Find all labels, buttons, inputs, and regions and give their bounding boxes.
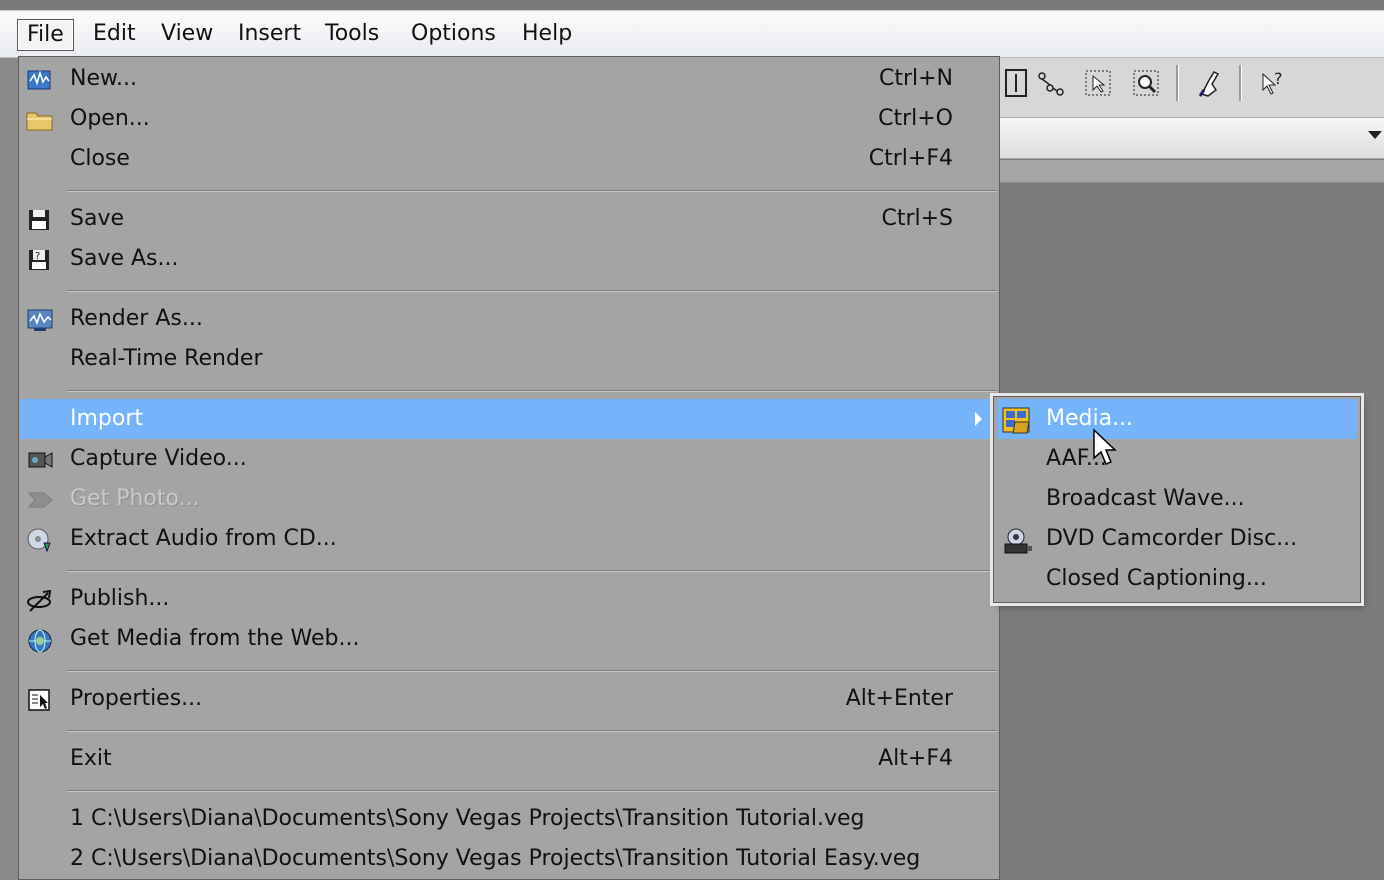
shortcut-label: Alt+Enter [845, 686, 953, 711]
chevron-down-icon [1368, 131, 1382, 139]
shortcut-label: Ctrl+F4 [868, 146, 953, 171]
menu-item-recent-1[interactable]: 1 C:\Users\Diana\Documents\Sony Vegas Pr… [20, 799, 998, 839]
menu-item-label: Publish... [70, 586, 170, 611]
envelope-tool-icon[interactable] [1034, 67, 1066, 99]
menu-item-save-as[interactable]: ? Save As... [20, 239, 998, 279]
edit-tool-icon[interactable] [1000, 67, 1032, 99]
menu-item-label: Save As... [70, 246, 179, 271]
app-left-edge [0, 56, 18, 880]
shortcut-label: Ctrl+O [878, 106, 953, 131]
svg-text:?: ? [35, 251, 40, 262]
publish-icon [26, 587, 52, 613]
menu-item-label: Import [70, 406, 144, 431]
submenu-item-media[interactable]: Media... [997, 399, 1357, 439]
menu-item-label: Close [70, 146, 130, 171]
submenu-item-closed-captioning[interactable]: Closed Captioning... [997, 559, 1357, 599]
menu-item-properties[interactable]: Properties... Alt+Enter [20, 679, 998, 719]
menu-item-get-photo: Get Photo... [20, 479, 998, 519]
menu-item-label: Get Photo... [70, 486, 200, 511]
menu-item-new[interactable]: New... Ctrl+N [20, 59, 998, 99]
selection-tool-icon[interactable] [1082, 67, 1114, 99]
shortcut-label: Ctrl+N [878, 66, 953, 91]
menu-item-close[interactable]: Close Ctrl+F4 [20, 139, 998, 179]
menu-bar: File Edit View Insert Tools Options Help [0, 10, 1384, 58]
menu-separator [67, 790, 997, 792]
render-icon [26, 307, 53, 333]
cursor-hand-icon[interactable] [1193, 67, 1225, 99]
submenu-item-broadcast-wave[interactable]: Broadcast Wave... [997, 479, 1357, 519]
menu-item-label: Capture Video... [70, 446, 247, 471]
svg-text:?: ? [1274, 69, 1283, 88]
menu-separator [67, 190, 997, 192]
main-toolbar: ? [998, 57, 1384, 118]
menu-file[interactable]: File [17, 19, 74, 51]
menu-item-label: 2 C:\Users\Diana\Documents\Sony Vegas Pr… [70, 846, 921, 871]
shortcut-label: Ctrl+S [881, 206, 953, 231]
menu-item-save[interactable]: Save Ctrl+S [20, 199, 998, 239]
menu-tools[interactable]: Tools [316, 19, 388, 49]
menu-item-extract-audio[interactable]: Extract Audio from CD... [20, 519, 998, 559]
menu-item-label: Properties... [70, 686, 203, 711]
menu-item-publish[interactable]: Publish... [20, 579, 998, 619]
menu-separator [67, 730, 997, 732]
menu-item-label: Extract Audio from CD... [70, 526, 337, 551]
menu-item-label: Exit [70, 746, 112, 771]
new-project-icon [26, 67, 52, 93]
submenu-item-dvd-camcorder[interactable]: DVD Camcorder Disc... [997, 519, 1357, 559]
menu-edit[interactable]: Edit [84, 19, 145, 49]
shortcut-label: Alt+F4 [878, 746, 953, 771]
menu-item-label: Real-Time Render [70, 346, 263, 371]
submenu-item-aaf[interactable]: AAF... [997, 439, 1357, 479]
menu-item-label: Render As... [70, 306, 203, 331]
zoom-tool-icon[interactable] [1130, 67, 1162, 99]
submenu-item-label: Media... [1046, 406, 1134, 431]
camera-icon [26, 487, 53, 513]
menu-item-label: New... [70, 66, 137, 91]
menu-item-label: Save [70, 206, 125, 231]
menu-item-exit[interactable]: Exit Alt+F4 [20, 739, 998, 779]
submenu-item-label: Broadcast Wave... [1046, 486, 1245, 511]
menu-separator [67, 390, 997, 392]
submenu-item-label: Closed Captioning... [1046, 566, 1267, 591]
properties-icon [26, 687, 52, 713]
menu-item-render-as[interactable]: Render As... [20, 299, 998, 339]
submenu-arrow-icon [975, 412, 982, 426]
menu-item-realtime-render[interactable]: Real-Time Render [20, 339, 998, 379]
menu-separator [67, 290, 997, 292]
menu-item-label: Open... [70, 106, 150, 131]
timeline-strip [998, 160, 1384, 183]
menu-view[interactable]: View [152, 19, 222, 49]
mouse-pointer-icon [1092, 428, 1120, 468]
menu-item-import[interactable]: Import [20, 399, 998, 439]
menu-separator [67, 670, 997, 672]
menu-insert[interactable]: Insert [229, 19, 310, 49]
menu-item-label: Get Media from the Web... [70, 626, 360, 651]
cd-extract-icon [26, 527, 52, 553]
globe-icon [26, 627, 52, 653]
menu-help[interactable]: Help [513, 19, 581, 49]
whats-this-help-icon[interactable]: ? [1256, 67, 1288, 99]
toolbar-combo[interactable] [998, 118, 1384, 159]
folder-icon [26, 107, 53, 133]
dvd-camcorder-icon [1001, 526, 1032, 554]
media-icon [1001, 406, 1031, 434]
menu-item-recent-2[interactable]: 2 C:\Users\Diana\Documents\Sony Vegas Pr… [20, 839, 998, 879]
save-as-icon: ? [26, 247, 52, 273]
import-submenu: Media... AAF... Broadcast Wave... DVD Ca… [993, 396, 1361, 603]
menu-item-capture-video[interactable]: Capture Video... [20, 439, 998, 479]
menu-item-label: 1 C:\Users\Diana\Documents\Sony Vegas Pr… [70, 806, 865, 831]
menu-item-open[interactable]: Open... Ctrl+O [20, 99, 998, 139]
submenu-item-label: DVD Camcorder Disc... [1046, 526, 1298, 551]
menu-options[interactable]: Options [402, 19, 505, 49]
floppy-disk-icon [26, 207, 52, 233]
menu-separator [67, 570, 997, 572]
menu-item-get-media-web[interactable]: Get Media from the Web... [20, 619, 998, 659]
video-capture-icon [26, 447, 53, 473]
file-menu: New... Ctrl+N Open... Ctrl+O Close Ctrl+… [18, 56, 1000, 880]
